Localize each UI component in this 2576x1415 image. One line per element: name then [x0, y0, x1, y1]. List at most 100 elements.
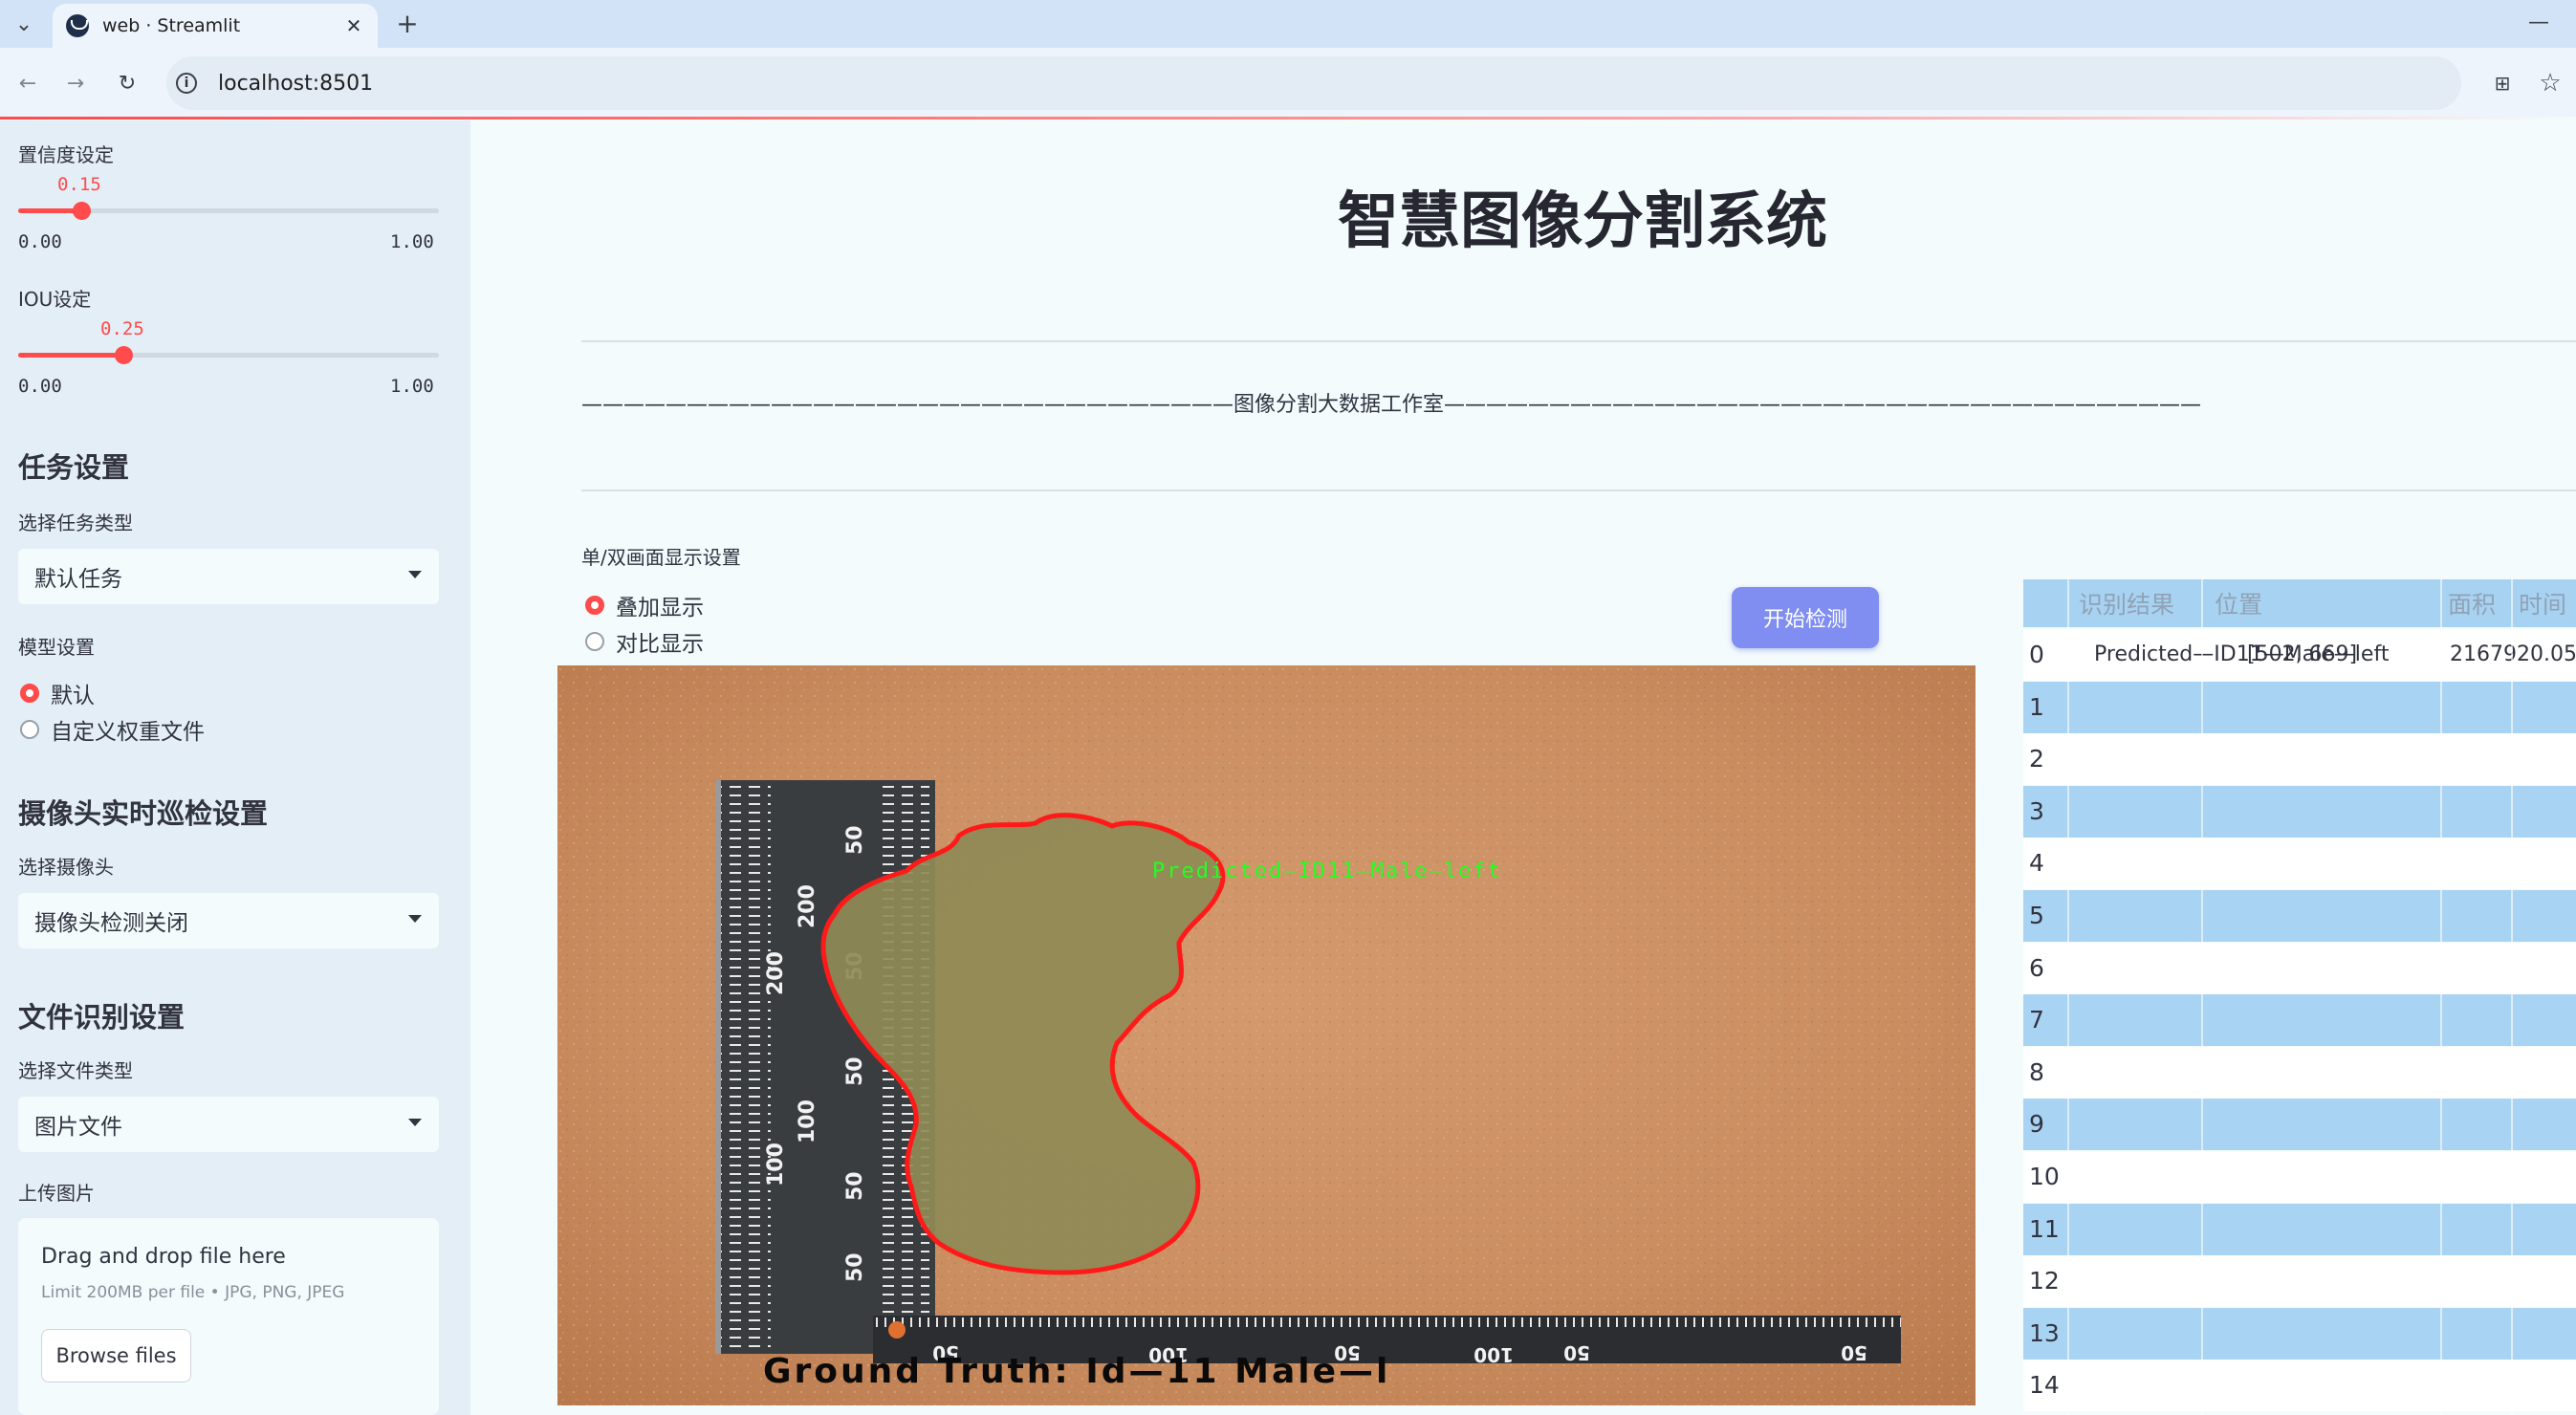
model-settings-label: 模型设置	[18, 636, 95, 659]
bookmark-star-icon[interactable]: ☆	[2534, 67, 2566, 99]
iou-min: 0.00	[18, 376, 62, 397]
row-index: 5	[2029, 902, 2044, 929]
row-index: 0	[2029, 641, 2044, 668]
file-settings-header: 文件识别设置	[18, 1001, 186, 1034]
address-bar[interactable]: i localhost:8501	[166, 56, 2461, 110]
column-header-result: 识别结果	[2079, 579, 2175, 627]
row-index: 4	[2029, 849, 2044, 878]
display-option-label: 叠加显示	[616, 596, 704, 620]
divider	[581, 340, 2576, 342]
confidence-slider-thumb[interactable]	[73, 202, 91, 220]
row-index: 7	[2029, 1006, 2044, 1034]
browser-tab[interactable]: web · Streamlit ✕	[53, 4, 378, 48]
file-dropzone[interactable]: Drag and drop file here Limit 200MB per …	[18, 1218, 439, 1415]
reload-icon[interactable]: ↻	[111, 67, 143, 99]
new-tab-icon[interactable]: +	[392, 8, 423, 39]
confidence-max: 1.00	[390, 231, 434, 252]
ruler-mark: 50	[1563, 1341, 1590, 1364]
row-index: 3	[2029, 796, 2044, 825]
table-row[interactable]: 12	[2023, 1255, 2576, 1308]
table-row[interactable]: 4	[2023, 838, 2576, 890]
camera-settings-header: 摄像头实时巡检设置	[18, 797, 269, 830]
model-option-default[interactable]: 默认	[20, 677, 95, 709]
table-row[interactable]: 6	[2023, 942, 2576, 994]
table-row[interactable]: 1	[2023, 681, 2576, 733]
file-select-label: 选择文件类型	[18, 1059, 133, 1082]
table-row[interactable]: 0 Predicted—ID11—Male—left [502, 669] 21679…	[2023, 629, 2576, 681]
ruler-mark: 200	[796, 884, 819, 928]
model-option-label: 自定义权重文件	[51, 720, 205, 745]
row-index: 2	[2029, 745, 2044, 773]
chevron-down-icon	[408, 1119, 422, 1126]
model-option-label: 默认	[51, 684, 95, 708]
display-option-label: 对比显示	[616, 632, 704, 657]
table-row[interactable]: 10	[2023, 1151, 2576, 1203]
display-option-compare[interactable]: 对比显示	[585, 625, 704, 658]
divider	[581, 490, 2576, 491]
confidence-slider[interactable]	[18, 202, 439, 220]
camera-select[interactable]: 摄像头检测关闭	[18, 893, 439, 948]
ruler-mark: 100	[764, 1143, 788, 1186]
table-row[interactable]: 7	[2023, 994, 2576, 1047]
task-select[interactable]: 默认任务	[18, 549, 439, 604]
results-table[interactable]: 识别结果 位置 面积 时间 0 Predicted—ID11—Male—left[…	[2023, 579, 2576, 1415]
translate-icon[interactable]: ⊞	[2486, 67, 2519, 99]
camera-select-value: 摄像头检测关闭	[34, 911, 188, 936]
ruler-mark: 50	[843, 825, 867, 855]
chevron-down-icon	[408, 571, 422, 578]
row-index: 14	[2029, 1371, 2060, 1400]
table-row[interactable]: 14	[2023, 1360, 2576, 1412]
column-divider	[2440, 579, 2442, 1415]
column-header-area: 面积	[2448, 579, 2497, 627]
table-row[interactable]: 8	[2023, 1046, 2576, 1099]
ruler-mark: 50	[1841, 1341, 1867, 1364]
iou-label: IOU设定	[18, 288, 92, 311]
column-header-position: 位置	[2215, 579, 2263, 627]
display-mode-label: 单/双画面显示设置	[581, 546, 741, 569]
studio-subtitle: ———————————————————————————————图像分割大数据工作…	[581, 393, 2202, 417]
close-tab-icon[interactable]: ✕	[339, 14, 368, 37]
site-info-icon[interactable]: i	[176, 73, 197, 94]
sidebar: 置信度设定 0.15 0.00 1.00 IOU设定 0.25 0.00 1.0…	[0, 120, 470, 1415]
chevron-down-icon	[408, 915, 422, 923]
dropzone-hint: Limit 200MB per file • JPG, PNG, JPEG	[41, 1283, 345, 1302]
table-row[interactable]: 11	[2023, 1203, 2576, 1255]
iou-slider[interactable]	[18, 346, 439, 364]
table-row[interactable]: 13	[2023, 1307, 2576, 1360]
radio-selected-icon	[585, 596, 604, 615]
column-header-time: 时间	[2519, 579, 2567, 627]
row-index: 1	[2029, 692, 2044, 721]
browser-chrome: ⌄ web · Streamlit ✕ + — ← → ↻ i localhos…	[0, 0, 2576, 120]
ruler-mark: 50	[843, 1056, 867, 1086]
cell-position: [502, 669]	[2247, 642, 2358, 666]
start-detection-button[interactable]: 开始检测	[1732, 587, 1879, 648]
radio-unselected-icon	[585, 632, 604, 651]
display-option-overlay[interactable]: 叠加显示	[585, 589, 704, 621]
iou-slider-thumb[interactable]	[115, 346, 133, 364]
file-type-select[interactable]: 图片文件	[18, 1097, 439, 1152]
forward-icon[interactable]: →	[59, 67, 92, 99]
back-icon[interactable]: ←	[11, 67, 44, 99]
model-option-custom[interactable]: 自定义权重文件	[20, 713, 205, 746]
url-text: localhost:8501	[218, 71, 374, 96]
table-row[interactable]: 9	[2023, 1099, 2576, 1151]
ground-truth-label: Ground Truth: Id—11 Male—l	[763, 1352, 1390, 1391]
row-index: 10	[2029, 1163, 2060, 1190]
radio-selected-icon	[20, 684, 39, 703]
browse-files-button[interactable]: Browse files	[41, 1329, 191, 1382]
row-index: 13	[2029, 1318, 2060, 1347]
column-divider	[2067, 579, 2069, 1415]
table-row[interactable]: 3	[2023, 785, 2576, 838]
row-index: 6	[2029, 953, 2044, 982]
confidence-label: 置信度设定	[18, 143, 114, 166]
minimize-window-icon[interactable]: —	[2524, 8, 2553, 36]
browser-toolbar: ← → ↻ i localhost:8501 ⊞ ☆	[0, 48, 2576, 119]
tab-title: web · Streamlit	[102, 15, 241, 36]
table-row[interactable]: 2	[2023, 733, 2576, 786]
camera-select-label: 选择摄像头	[18, 856, 114, 879]
task-select-label: 选择任务类型	[18, 512, 133, 534]
table-row[interactable]: 5	[2023, 890, 2576, 942]
task-settings-header: 任务设置	[18, 451, 130, 484]
confidence-min: 0.00	[18, 231, 62, 252]
tab-search-chevron-icon[interactable]: ⌄	[10, 10, 38, 38]
